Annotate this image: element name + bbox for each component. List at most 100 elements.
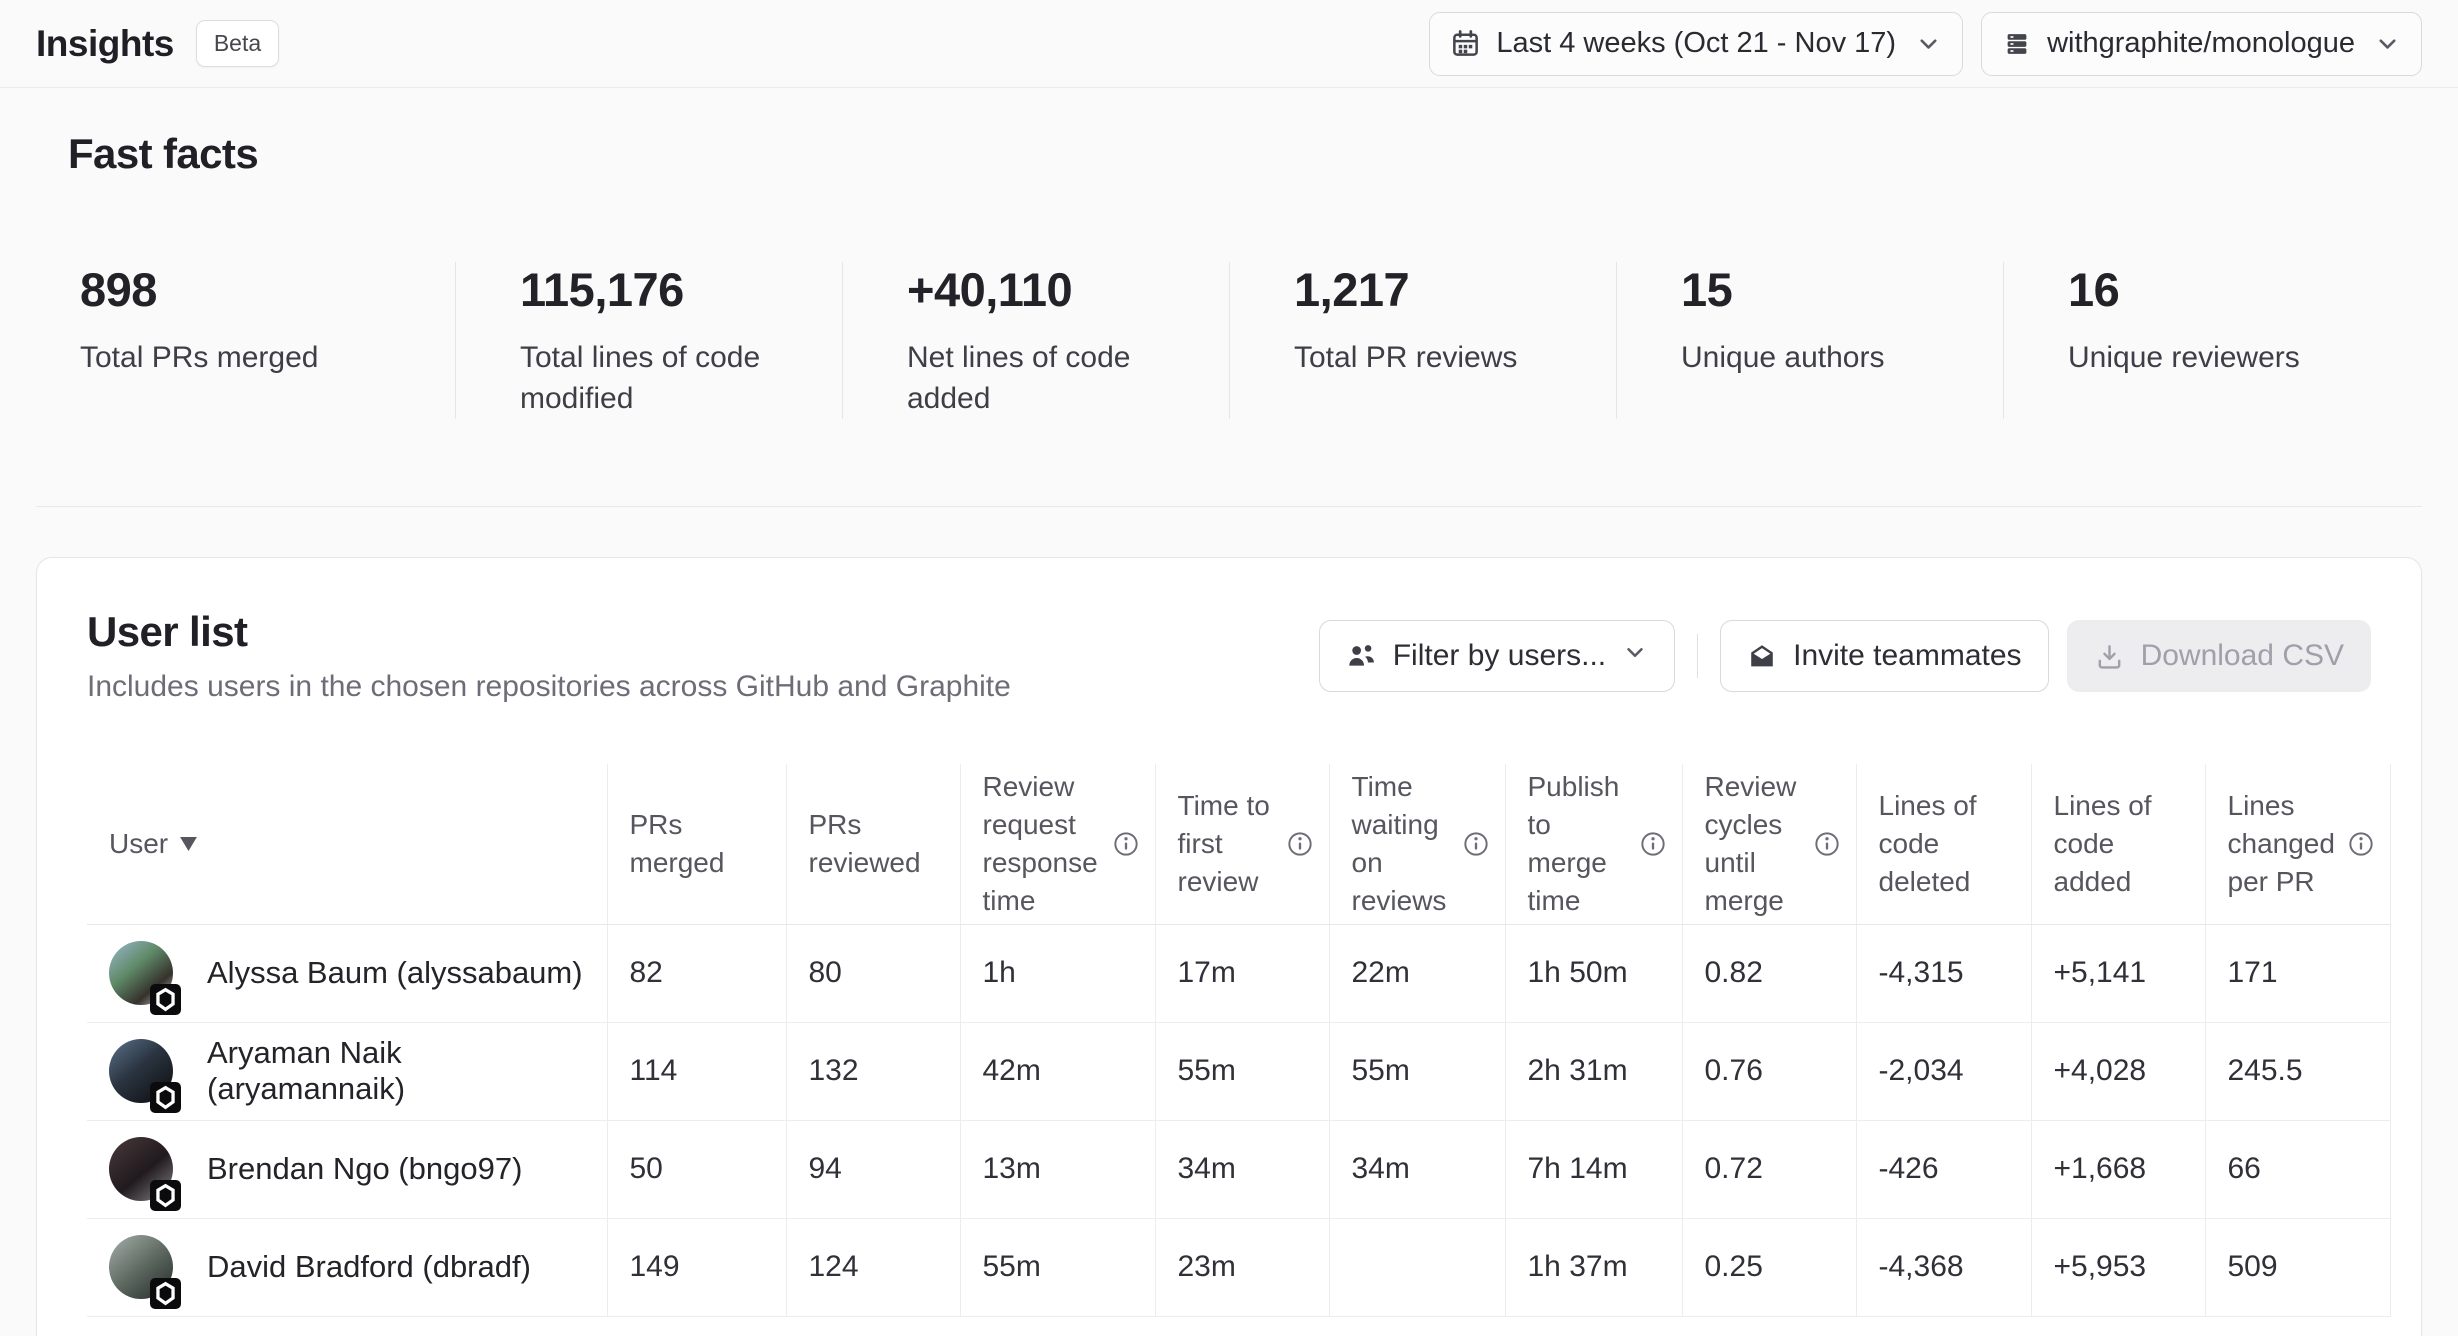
cell-review-request-response-time: 1h (960, 924, 1155, 1022)
cell-review-cycles-until-merge: 0.82 (1682, 924, 1856, 1022)
cell-review-cycles-until-merge: 0.25 (1682, 1218, 1856, 1316)
cell-lines-of-code-added: +1,668 (2031, 1120, 2205, 1218)
cell-time-waiting-on-reviews: 22m (1329, 924, 1505, 1022)
cell-prs-reviewed: 94 (786, 1120, 960, 1218)
section-divider (36, 506, 2422, 507)
date-range-selector[interactable]: Last 4 weeks (Oct 21 - Nov 17) (1429, 12, 1963, 76)
cell-lines-of-code-added: +5,141 (2031, 924, 2205, 1022)
cell-time-to-first-review: 23m (1155, 1218, 1329, 1316)
stat-value: 898 (80, 262, 455, 317)
cell-time-waiting-on-reviews (1329, 1218, 1505, 1316)
repo-selector[interactable]: withgraphite/monologue (1981, 12, 2422, 76)
avatar (109, 1039, 173, 1103)
info-icon[interactable] (2348, 831, 2374, 857)
cell-publish-to-merge-time: 2h 31m (1505, 1022, 1682, 1120)
cell-review-cycles-until-merge: 0.76 (1682, 1022, 1856, 1120)
col-header-review-cycles-until-merge[interactable]: Review cycles until merge (1682, 764, 1856, 924)
cell-review-request-response-time: 13m (960, 1120, 1155, 1218)
graphite-badge-icon (150, 1180, 181, 1211)
info-icon[interactable] (1287, 831, 1313, 857)
col-header-time-to-first-review[interactable]: Time to first review (1155, 764, 1329, 924)
stat-value: +40,110 (907, 262, 1229, 317)
col-header-lines-changed-per-pr[interactable]: Lines changed per PR (2205, 764, 2390, 924)
col-header-prs-merged[interactable]: PRs merged (607, 764, 786, 924)
user-cell[interactable]: Aryaman Naik (aryamannaik) (87, 1022, 607, 1120)
download-icon (2094, 641, 2125, 672)
cell-prs-merged: 149 (607, 1218, 786, 1316)
col-header-label: User (109, 825, 168, 863)
info-icon[interactable] (1113, 831, 1139, 857)
info-icon[interactable] (1814, 831, 1840, 857)
beta-badge: Beta (196, 20, 279, 67)
stat-net-lines-of-code-added: +40,110 Net lines of code added (842, 262, 1229, 419)
stat-label: Net lines of code added (907, 337, 1207, 419)
repo-icon (2002, 29, 2032, 59)
cell-lines-changed-per-pr: 66 (2205, 1120, 2390, 1218)
col-header-label: Lines of code deleted (1879, 787, 2015, 901)
user-name: David Bradford (dbradf) (207, 1249, 531, 1285)
cell-review-request-response-time: 42m (960, 1022, 1155, 1120)
cell-lines-changed-per-pr: 171 (2205, 924, 2390, 1022)
cell-time-to-first-review: 17m (1155, 924, 1329, 1022)
col-header-time-waiting-on-reviews[interactable]: Time waiting on reviews (1329, 764, 1505, 924)
stat-total-prs-merged: 898 Total PRs merged (68, 262, 455, 419)
cell-prs-reviewed: 124 (786, 1218, 960, 1316)
cell-publish-to-merge-time: 1h 50m (1505, 924, 1682, 1022)
stat-label: Unique reviewers (2068, 337, 2368, 378)
user-cell[interactable]: Brendan Ngo (bngo97) (87, 1120, 607, 1218)
col-header-publish-to-merge-time[interactable]: Publish to merge time (1505, 764, 1682, 924)
cell-lines-of-code-added: +4,028 (2031, 1022, 2205, 1120)
info-icon[interactable] (1640, 831, 1666, 857)
chevron-down-icon (2374, 30, 2401, 57)
cell-prs-merged: 50 (607, 1120, 786, 1218)
download-csv-label: Download CSV (2141, 639, 2344, 673)
stats-row: 898Total PRs merged115,176Total lines of… (68, 262, 2390, 419)
user-list-actions: Filter by users... Invite teammates Down… (1319, 620, 2371, 692)
stat-value: 16 (2068, 262, 2390, 317)
user-name: Brendan Ngo (bngo97) (207, 1151, 522, 1187)
calendar-icon (1450, 28, 1481, 59)
info-icon[interactable] (1463, 831, 1489, 857)
page-title: Insights (36, 23, 174, 65)
repo-selector-label: withgraphite/monologue (2047, 27, 2355, 60)
user-list-title: User list (87, 608, 1011, 656)
fast-facts-title: Fast facts (68, 130, 2390, 178)
cell-lines-of-code-deleted: -4,368 (1856, 1218, 2031, 1316)
graphite-badge-icon (150, 1278, 181, 1309)
user-list-header: User list Includes users in the chosen r… (87, 608, 2371, 704)
col-header-review-request-response-time[interactable]: Review request response time (960, 764, 1155, 924)
fast-facts-section: Fast facts 898Total PRs merged115,176Tot… (0, 88, 2458, 419)
user-list-subtitle: Includes users in the chosen repositorie… (87, 670, 1011, 704)
cell-lines-changed-per-pr: 245.5 (2205, 1022, 2390, 1120)
col-header-label: Lines of code added (2054, 787, 2189, 901)
col-header-lines-of-code-deleted[interactable]: Lines of code deleted (1856, 764, 2031, 924)
col-header-lines-of-code-added[interactable]: Lines of code added (2031, 764, 2205, 924)
avatar (109, 1137, 173, 1201)
invite-teammates-label: Invite teammates (1793, 639, 2021, 673)
user-cell[interactable]: Alyssa Baum (alyssabaum) (87, 924, 607, 1022)
col-header-prs-reviewed[interactable]: PRs reviewed (786, 764, 960, 924)
cell-lines-changed-per-pr: 509 (2205, 1218, 2390, 1316)
cell-publish-to-merge-time: 1h 37m (1505, 1218, 1682, 1316)
col-header-label: Time to first review (1178, 787, 1275, 901)
stat-total-pr-reviews: 1,217 Total PR reviews (1229, 262, 1616, 419)
cell-prs-merged: 82 (607, 924, 786, 1022)
avatar (109, 1235, 173, 1299)
cell-review-request-response-time: 55m (960, 1218, 1155, 1316)
stat-label: Total PRs merged (80, 337, 380, 378)
user-name: Aryaman Naik (aryamannaik) (207, 1035, 591, 1107)
download-csv-button[interactable]: Download CSV (2067, 620, 2371, 692)
stat-value: 1,217 (1294, 262, 1616, 317)
user-list-card: User list Includes users in the chosen r… (36, 557, 2422, 1336)
table-row: Brendan Ngo (bngo97)509413m34m34m7h 14m0… (87, 1120, 2390, 1218)
graphite-badge-icon (150, 1082, 181, 1113)
stat-label: Unique authors (1681, 337, 1981, 378)
invite-teammates-button[interactable]: Invite teammates (1720, 620, 2048, 692)
stat-label: Total PR reviews (1294, 337, 1594, 378)
col-header-user[interactable]: User (87, 764, 607, 924)
user-cell[interactable]: David Bradford (dbradf) (87, 1218, 607, 1316)
col-header-label: Time waiting on reviews (1352, 768, 1451, 920)
chevron-down-icon (1622, 639, 1648, 673)
filter-by-users-button[interactable]: Filter by users... (1319, 620, 1675, 692)
people-icon (1346, 641, 1377, 672)
